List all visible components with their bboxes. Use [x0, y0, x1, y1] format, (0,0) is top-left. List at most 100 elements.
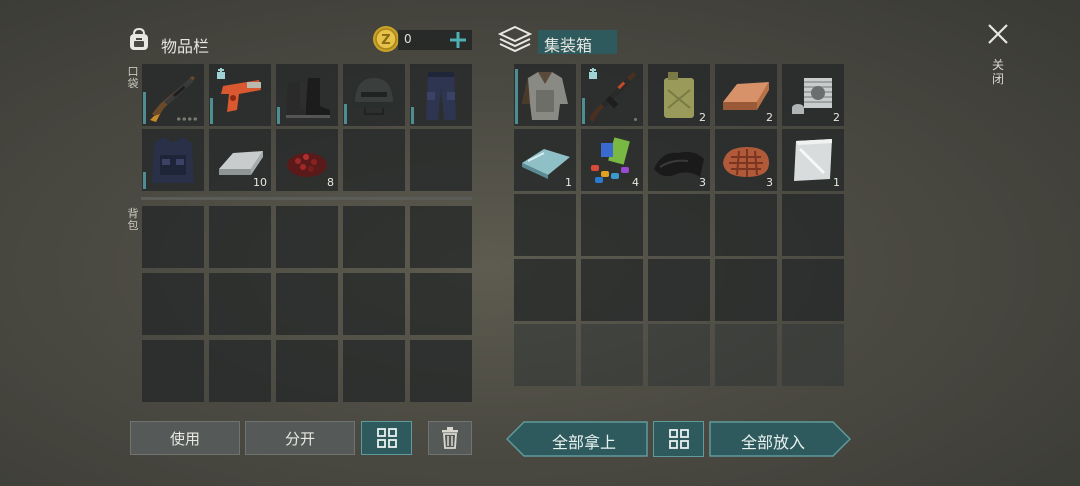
sort-grid-icon: [668, 429, 689, 449]
container-title: 集装箱: [544, 36, 593, 55]
empty-slot[interactable]: [276, 206, 338, 268]
empty-slot[interactable]: [142, 273, 204, 335]
empty-slot[interactable]: [581, 259, 643, 321]
empty-slot[interactable]: [514, 194, 576, 256]
empty-slot[interactable]: [715, 259, 777, 321]
put-all-button[interactable]: 全部放入: [711, 429, 835, 453]
ammo-dot: [634, 118, 637, 121]
empty-slot[interactable]: [343, 206, 405, 268]
item-slot-engine-cylinder[interactable]: 2: [782, 64, 844, 126]
tactical-helmet-icon: [353, 78, 395, 115]
empty-slot[interactable]: [410, 340, 472, 402]
item-slot-flare-gun[interactable]: [209, 64, 271, 126]
coin-counter: 0: [398, 30, 472, 50]
pocket-label: 口袋: [127, 65, 139, 90]
durability-bar: [515, 69, 518, 124]
inventory-header: 物品栏 Z 0: [124, 24, 474, 60]
modified-badge-icon: [589, 68, 597, 79]
sort-container-button[interactable]: [653, 421, 704, 457]
use-button[interactable]: 使用: [130, 421, 240, 455]
inventory-title: 物品栏: [161, 37, 210, 56]
empty-slot[interactable]: [648, 259, 710, 321]
empty-slot[interactable]: [410, 206, 472, 268]
empty-slot[interactable]: [514, 259, 576, 321]
add-coins-icon[interactable]: [448, 30, 468, 50]
ammo-dots: [176, 117, 198, 121]
empty-slot[interactable]: [782, 324, 844, 386]
durability-bar: [411, 107, 414, 124]
item-slot-metal-plate[interactable]: 1: [782, 129, 844, 191]
empty-slot[interactable]: [343, 273, 405, 335]
empty-slot[interactable]: [715, 324, 777, 386]
item-count: 1: [565, 176, 572, 189]
empty-slot[interactable]: [410, 273, 472, 335]
coin-value: 0: [404, 32, 412, 46]
empty-slot[interactable]: [142, 206, 204, 268]
item-count: 3: [699, 176, 706, 189]
empty-slot[interactable]: [343, 340, 405, 402]
durability-bar: [277, 107, 280, 124]
item-count: 2: [699, 111, 706, 124]
item-slot-body-armor-vest[interactable]: [142, 129, 204, 191]
empty-slot[interactable]: [209, 206, 271, 268]
empty-slot[interactable]: [648, 324, 710, 386]
split-button[interactable]: 分开: [245, 421, 355, 455]
modified-badge-icon: [217, 68, 225, 79]
item-slot-copper-ingot[interactable]: 2: [715, 64, 777, 126]
backpack-icon: [130, 27, 148, 50]
sort-grid-icon: [376, 428, 397, 448]
item-count: 2: [833, 111, 840, 124]
empty-slot[interactable]: [343, 129, 405, 191]
empty-slot[interactable]: [782, 194, 844, 256]
empty-slot[interactable]: [276, 273, 338, 335]
item-count: 8: [327, 176, 334, 189]
svg-text:Z: Z: [381, 33, 390, 48]
empty-slot[interactable]: [410, 129, 472, 191]
sort-inventory-button[interactable]: [361, 421, 412, 455]
item-count: 10: [253, 176, 267, 189]
body-armor-vest-icon: [152, 137, 194, 183]
item-slot-tactical-pants[interactable]: [410, 64, 472, 126]
durability-bar: [210, 98, 213, 124]
item-slot-armored-jacket[interactable]: [514, 64, 576, 126]
tactical-pants-icon: [426, 72, 456, 120]
empty-slot[interactable]: [715, 194, 777, 256]
close-icon[interactable]: [986, 22, 1010, 46]
item-slot-assault-rifle[interactable]: [581, 64, 643, 126]
durability-bar: [143, 172, 146, 189]
armored-jacket-icon: [522, 72, 568, 120]
item-count: 2: [766, 111, 773, 124]
item-count: 1: [833, 176, 840, 189]
durability-bar: [143, 92, 146, 124]
item-slot-raw-steak[interactable]: 3: [715, 129, 777, 191]
item-slot-jerry-can[interactable]: 2: [648, 64, 710, 126]
empty-slot[interactable]: [648, 194, 710, 256]
coin-icon: Z: [373, 26, 399, 52]
item-count: 4: [632, 176, 639, 189]
item-slot-tactical-helmet[interactable]: [343, 64, 405, 126]
item-slot-iron-ingot[interactable]: 10: [209, 129, 271, 191]
empty-slot[interactable]: [209, 340, 271, 402]
item-slot-red-berries[interactable]: 8: [276, 129, 338, 191]
item-slot-colorful-parts[interactable]: 4: [581, 129, 643, 191]
trash-icon: [442, 427, 458, 449]
empty-slot[interactable]: [209, 273, 271, 335]
durability-bar: [582, 98, 585, 124]
empty-slot[interactable]: [514, 324, 576, 386]
combat-boots-icon: [286, 78, 330, 118]
item-slot-hunting-rifle[interactable]: [142, 64, 204, 126]
item-slot-combat-boots[interactable]: [276, 64, 338, 126]
item-slot-rubber-sheet[interactable]: 3: [648, 129, 710, 191]
item-slot-glass-sheet[interactable]: 1: [514, 129, 576, 191]
container-header: 集装箱: [496, 24, 626, 60]
container-stack-icon: [498, 25, 532, 53]
empty-slot[interactable]: [782, 259, 844, 321]
empty-slot[interactable]: [276, 340, 338, 402]
take-all-button[interactable]: 全部拿上: [522, 429, 646, 453]
empty-slot[interactable]: [142, 340, 204, 402]
empty-slot[interactable]: [581, 324, 643, 386]
durability-bar: [344, 104, 347, 124]
close-label[interactable]: 关闭: [990, 58, 1006, 86]
trash-button[interactable]: [428, 421, 472, 455]
empty-slot[interactable]: [581, 194, 643, 256]
